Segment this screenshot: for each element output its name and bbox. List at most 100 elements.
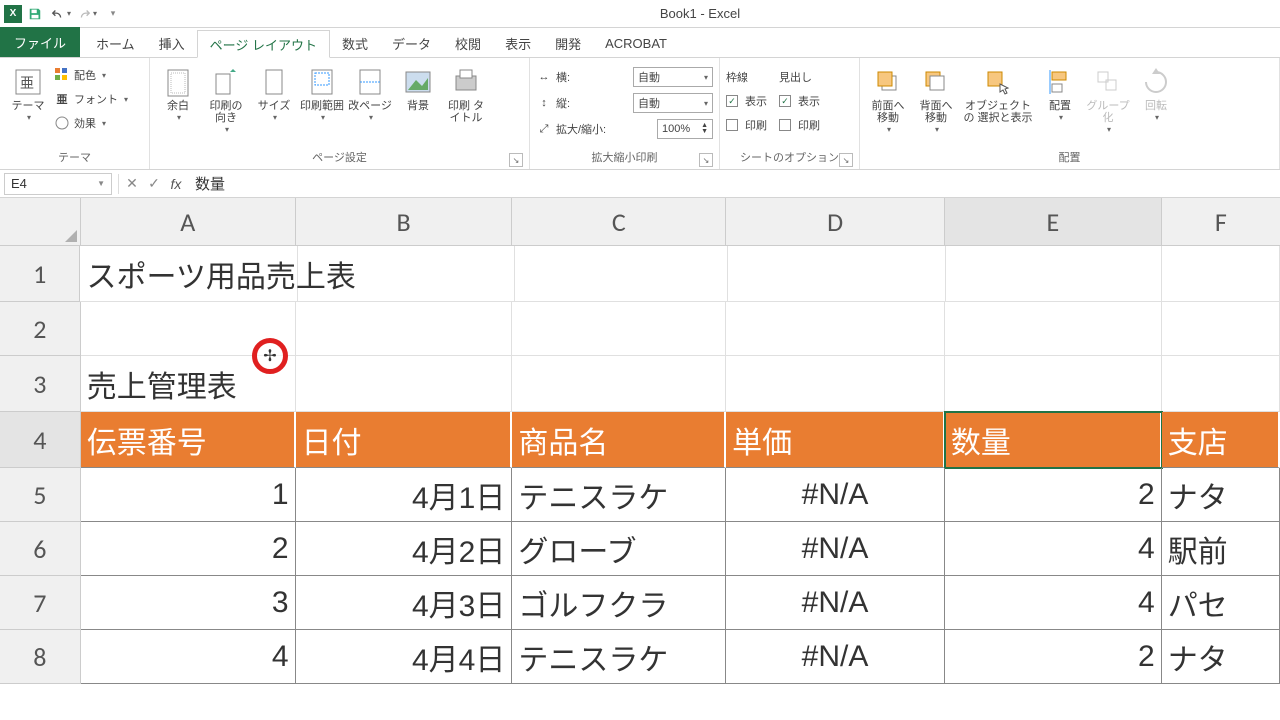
tab-home[interactable]: ホーム bbox=[84, 29, 147, 57]
col-header-C[interactable]: C bbox=[512, 198, 726, 246]
cell-E7[interactable]: 4 bbox=[945, 576, 1162, 630]
cell-D7[interactable]: #N/A bbox=[726, 576, 945, 630]
row-header-5[interactable]: 5 bbox=[0, 468, 81, 522]
cell-C3[interactable] bbox=[512, 356, 726, 412]
cell-E2[interactable] bbox=[945, 302, 1162, 356]
tab-developer[interactable]: 開発 bbox=[543, 29, 593, 57]
tab-insert[interactable]: 挿入 bbox=[147, 29, 197, 57]
row-header-1[interactable]: 1 bbox=[0, 246, 80, 302]
cell-A7[interactable]: 3 bbox=[81, 576, 296, 630]
selection-pane-button[interactable]: オブジェクトの 選択と表示 bbox=[962, 62, 1034, 124]
cell-B3[interactable] bbox=[296, 356, 513, 412]
col-header-E[interactable]: E bbox=[945, 198, 1162, 246]
scale-spinner[interactable]: 100%▲▼ bbox=[657, 119, 713, 139]
tab-data[interactable]: データ bbox=[380, 29, 443, 57]
cell-D4[interactable]: 単価 bbox=[726, 412, 945, 468]
cell-B8[interactable]: 4月4日 bbox=[296, 630, 513, 684]
redo-button[interactable] bbox=[76, 3, 98, 25]
tab-view[interactable]: 表示 bbox=[493, 29, 543, 57]
undo-button[interactable] bbox=[50, 3, 72, 25]
row-header-4[interactable]: 4 bbox=[0, 412, 81, 468]
headings-view-check[interactable]: ✓表示 bbox=[779, 90, 820, 112]
row-header-8[interactable]: 8 bbox=[0, 630, 81, 684]
col-header-B[interactable]: B bbox=[296, 198, 513, 246]
row-header-6[interactable]: 6 bbox=[0, 522, 81, 576]
gridlines-view-check[interactable]: ✓表示 bbox=[726, 90, 767, 112]
cell-E6[interactable]: 4 bbox=[945, 522, 1162, 576]
qat-customize[interactable]: ▾ bbox=[102, 3, 124, 25]
row-header-3[interactable]: 3 bbox=[0, 356, 81, 412]
print-area-button[interactable]: 印刷範囲 bbox=[300, 62, 344, 123]
cell-F2[interactable] bbox=[1162, 302, 1280, 356]
cell-D2[interactable] bbox=[726, 302, 945, 356]
align-button[interactable]: 配置 bbox=[1038, 62, 1082, 123]
page-setup-launcher[interactable]: ↘ bbox=[509, 153, 523, 167]
cell-C7[interactable]: ゴルフクラ bbox=[512, 576, 726, 630]
cell-A8[interactable]: 4 bbox=[81, 630, 296, 684]
cell-C5[interactable]: テニスラケ bbox=[512, 468, 726, 522]
cell-F6[interactable]: 駅前 bbox=[1162, 522, 1280, 576]
gridlines-print-check[interactable]: 印刷 bbox=[726, 114, 767, 136]
tab-formulas[interactable]: 数式 bbox=[330, 29, 380, 57]
bring-forward-button[interactable]: 前面へ 移動 bbox=[866, 62, 910, 135]
formula-input[interactable]: 数量 bbox=[187, 173, 1280, 195]
enter-button[interactable]: ✓ bbox=[143, 173, 165, 195]
cell-F5[interactable]: ナタ bbox=[1162, 468, 1280, 522]
cell-C2[interactable] bbox=[512, 302, 726, 356]
cell-E5[interactable]: 2 bbox=[945, 468, 1162, 522]
size-button[interactable]: サイズ bbox=[252, 62, 296, 123]
name-box[interactable]: E4▼ bbox=[4, 173, 112, 195]
row-header-2[interactable]: 2 bbox=[0, 302, 81, 356]
cell-D3[interactable] bbox=[726, 356, 945, 412]
cell-A4[interactable]: 伝票番号 bbox=[81, 412, 296, 468]
cell-B5[interactable]: 4月1日 bbox=[296, 468, 513, 522]
col-header-A[interactable]: A bbox=[81, 198, 296, 246]
margins-button[interactable]: 余白 bbox=[156, 62, 200, 123]
themes-button[interactable]: 亜 テーマ bbox=[6, 62, 50, 123]
cell-F3[interactable] bbox=[1162, 356, 1280, 412]
col-header-F[interactable]: F bbox=[1162, 198, 1280, 246]
send-backward-button[interactable]: 背面へ 移動 bbox=[914, 62, 958, 135]
background-button[interactable]: 背景 bbox=[396, 62, 440, 112]
cell-A1[interactable]: スポーツ用品売上表 bbox=[80, 246, 298, 302]
cell-A5[interactable]: 1 bbox=[81, 468, 296, 522]
row-header-7[interactable]: 7 bbox=[0, 576, 81, 630]
print-titles-button[interactable]: 印刷 タイトル bbox=[444, 62, 488, 124]
cell-F1[interactable] bbox=[1162, 246, 1280, 302]
theme-colors[interactable]: 配色 bbox=[54, 64, 128, 86]
cell-D8[interactable]: #N/A bbox=[726, 630, 945, 684]
cell-C8[interactable]: テニスラケ bbox=[512, 630, 726, 684]
headings-print-check[interactable]: 印刷 bbox=[779, 114, 820, 136]
cancel-button[interactable]: ✕ bbox=[121, 173, 143, 195]
orientation-button[interactable]: 印刷の 向き bbox=[204, 62, 248, 135]
cell-E1[interactable] bbox=[946, 246, 1162, 302]
tab-acrobat[interactable]: ACROBAT bbox=[593, 29, 679, 57]
cell-E3[interactable] bbox=[945, 356, 1162, 412]
fx-button[interactable]: fx bbox=[165, 173, 187, 195]
cell-C4[interactable]: 商品名 bbox=[512, 412, 726, 468]
sheet-options-launcher[interactable]: ↘ bbox=[839, 153, 853, 167]
cell-B1[interactable] bbox=[298, 246, 514, 302]
cell-A6[interactable]: 2 bbox=[81, 522, 296, 576]
file-tab[interactable]: ファイル bbox=[0, 27, 80, 57]
cell-F8[interactable]: ナタ bbox=[1162, 630, 1280, 684]
tab-review[interactable]: 校閲 bbox=[443, 29, 493, 57]
save-button[interactable] bbox=[24, 3, 46, 25]
tab-page-layout[interactable]: ページ レイアウト bbox=[197, 30, 330, 58]
col-header-D[interactable]: D bbox=[726, 198, 945, 246]
cell-D6[interactable]: #N/A bbox=[726, 522, 945, 576]
cell-D1[interactable] bbox=[728, 246, 946, 302]
cell-B2[interactable] bbox=[296, 302, 513, 356]
theme-effects[interactable]: 効果 bbox=[54, 112, 128, 134]
cell-E8[interactable]: 2 bbox=[945, 630, 1162, 684]
cell-D5[interactable]: #N/A bbox=[726, 468, 945, 522]
cell-F7[interactable]: パセ bbox=[1162, 576, 1280, 630]
select-all-corner[interactable] bbox=[0, 198, 81, 246]
cell-B6[interactable]: 4月2日 bbox=[296, 522, 513, 576]
width-combo[interactable]: 自動 bbox=[633, 67, 713, 87]
cell-B7[interactable]: 4月3日 bbox=[296, 576, 513, 630]
theme-fonts[interactable]: 亜フォント bbox=[54, 88, 128, 110]
cell-C6[interactable]: グローブ bbox=[512, 522, 726, 576]
cell-C1[interactable] bbox=[515, 246, 728, 302]
cell-E4[interactable]: 数量 bbox=[945, 412, 1162, 468]
